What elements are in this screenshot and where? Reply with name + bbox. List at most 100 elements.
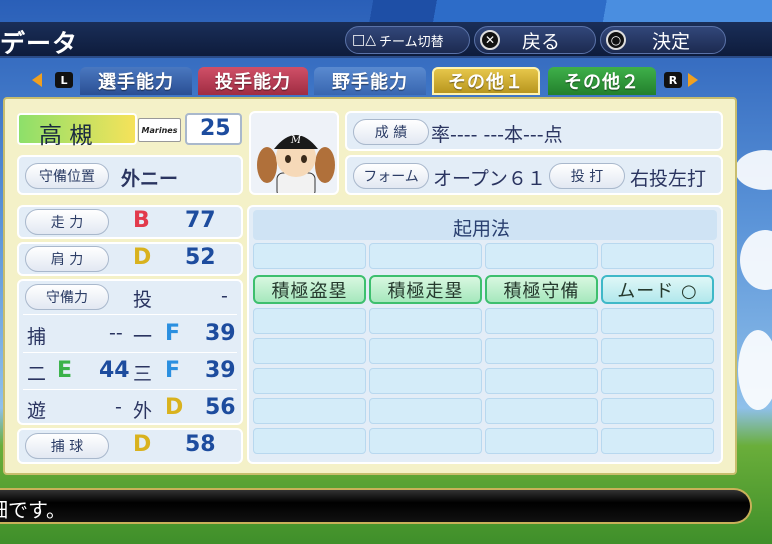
uniform-number: 25 <box>200 116 231 141</box>
outfield-grade: D <box>165 395 184 420</box>
usage-cell <box>601 428 714 454</box>
skill-baserun[interactable]: 積極走塁 <box>369 275 482 304</box>
usage-cell <box>485 338 598 364</box>
usage-cell <box>369 428 482 454</box>
usage-cell <box>485 368 598 394</box>
right-arrow-icon[interactable] <box>688 73 698 87</box>
bat-value: 右投左打 <box>630 168 707 190</box>
usage-cell <box>369 308 482 334</box>
usage-cell <box>601 368 714 394</box>
usage-cell <box>485 428 598 454</box>
team-logo: Marines <box>138 118 181 142</box>
l-key-icon: L <box>55 72 73 88</box>
confirm-label: 決定 <box>652 30 691 53</box>
player-name: 高 槻 <box>39 123 93 149</box>
usage-cell <box>253 338 366 364</box>
player-data-panel: 高 槻 Marines 25 守備位置 外ニー M 成 績 率---- ---本… <box>3 97 737 475</box>
usage-cell <box>601 308 714 334</box>
left-arrow-icon[interactable] <box>32 73 42 87</box>
third-val: 39 <box>205 358 236 383</box>
usage-cell <box>369 243 482 269</box>
usage-cell <box>253 368 366 394</box>
skill-defense[interactable]: 積極守備 <box>485 275 598 304</box>
page-title: データ <box>0 29 79 58</box>
outfield-val: 56 <box>205 395 236 420</box>
usage-cell <box>601 338 714 364</box>
run-label: 走 力 <box>25 209 109 235</box>
arm-label: 肩 力 <box>25 246 109 272</box>
catcher-pos: 捕 <box>27 326 47 348</box>
arm-value: 52 <box>185 245 216 270</box>
catch-grade: D <box>133 432 152 457</box>
first-val: 39 <box>205 321 236 346</box>
bat-label: 投 打 <box>549 163 625 189</box>
catcher-val: -- <box>109 322 123 344</box>
tab-fielder-ability[interactable]: 野手能力 <box>314 67 426 95</box>
short-val: - <box>115 396 122 418</box>
defense-label: 守備力 <box>25 284 109 310</box>
form-value: オープン６１ <box>433 168 546 190</box>
tab-pitcher-ability[interactable]: 投手能力 <box>198 67 308 95</box>
usage-cell <box>601 243 714 269</box>
second-grade: E <box>57 358 73 383</box>
player-avatar: M <box>249 111 339 195</box>
message-text: 細です。 <box>0 498 66 522</box>
tab-player-ability[interactable]: 選手能力 <box>80 67 192 95</box>
usage-cell <box>601 398 714 424</box>
catch-value: 58 <box>185 432 216 457</box>
tab-label: 野手能力 <box>332 72 408 93</box>
tab-label: 選手能力 <box>98 72 174 93</box>
header-bar: データ □△ チーム切替 ✕ 戻る ○ 決定 <box>0 22 772 58</box>
row-divider <box>23 389 237 390</box>
r-key-icon: R <box>664 72 682 88</box>
team-switch-button[interactable]: □△ チーム切替 <box>345 26 470 54</box>
confirm-button[interactable]: ○ 決定 <box>600 26 726 54</box>
usage-cell <box>253 398 366 424</box>
first-pos: 一 <box>133 326 153 348</box>
tab-other-2[interactable]: その他２ <box>548 67 656 95</box>
usage-cell <box>253 243 366 269</box>
usage-cell <box>485 243 598 269</box>
skill-mood[interactable]: ムード ○ <box>601 275 714 304</box>
usage-cell <box>253 308 366 334</box>
short-pos: 遊 <box>27 400 47 422</box>
third-grade: F <box>165 358 181 383</box>
tab-label: その他１ <box>448 72 524 93</box>
outfield-pos: 外 <box>133 400 153 422</box>
run-value: 77 <box>185 208 216 233</box>
pitcher-val: - <box>221 285 228 307</box>
usage-title: 起用法 <box>453 218 511 240</box>
message-bar: 細です。 <box>0 488 752 524</box>
tab-bar: L 選手能力 投手能力 野手能力 その他１ その他２ R <box>0 64 772 96</box>
usage-cell <box>369 398 482 424</box>
svg-text:M: M <box>290 135 302 146</box>
row-divider <box>23 314 237 315</box>
first-grade: F <box>165 321 181 346</box>
stats-label: 成 績 <box>353 119 429 145</box>
cloud <box>740 230 772 290</box>
team-logo-text: Marines <box>141 125 178 135</box>
cloud <box>735 150 772 190</box>
usage-cell <box>369 338 482 364</box>
stats-value: 率---- ---本---点 <box>431 124 563 146</box>
pitcher-pos: 投 <box>133 289 153 311</box>
skill-steal[interactable]: 積極盗塁 <box>253 275 366 304</box>
usage-cell <box>253 428 366 454</box>
tab-other-1[interactable]: その他１ <box>432 67 540 95</box>
form-label: フォーム <box>353 163 429 189</box>
arm-grade: D <box>133 245 152 270</box>
tab-label: その他２ <box>564 72 640 93</box>
row-divider <box>23 352 237 353</box>
second-val: 44 <box>99 358 130 383</box>
usage-cell <box>485 398 598 424</box>
back-button[interactable]: ✕ 戻る <box>474 26 596 54</box>
position-value: 外ニー <box>121 168 179 190</box>
cross-icon: ✕ <box>480 30 500 50</box>
position-label: 守備位置 <box>25 163 109 189</box>
run-grade: B <box>133 208 150 233</box>
circle-icon: ○ <box>606 30 626 50</box>
cloud <box>738 330 772 410</box>
tab-label: 投手能力 <box>215 72 291 93</box>
usage-cell <box>485 308 598 334</box>
third-pos: 三 <box>133 363 153 385</box>
